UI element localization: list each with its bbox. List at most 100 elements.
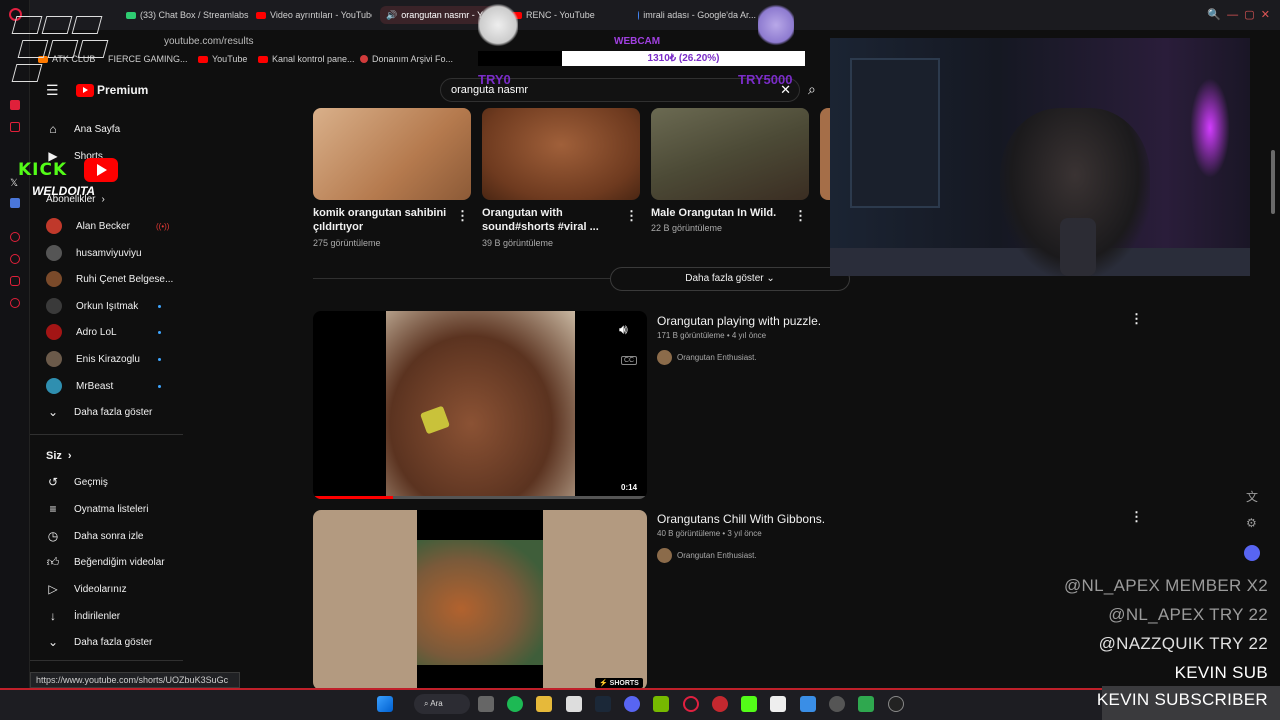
- short-thumbnail[interactable]: [651, 108, 809, 200]
- steam-icon[interactable]: [595, 696, 611, 712]
- sidebar-item-watch-later[interactable]: ◷ Daha sonra izle: [46, 526, 186, 546]
- nvidia-icon[interactable]: [653, 696, 669, 712]
- messenger-icon[interactable]: [10, 100, 20, 110]
- sidebar-item-your-videos[interactable]: ▷ Videolarınız: [46, 579, 186, 599]
- sidebar-sub-husam[interactable]: husamviyuviyu: [46, 243, 186, 263]
- youtube-logo[interactable]: Premium: [76, 83, 148, 97]
- video-thumbnail[interactable]: ⚡ SHORTS: [313, 510, 647, 690]
- webcam-feed: [830, 38, 1250, 276]
- sidebar-label: Enis Kirazoglu: [76, 353, 140, 365]
- bookmark-label: Donanım Arşivi Fo...: [372, 54, 454, 64]
- x-icon[interactable]: 𝕏: [10, 178, 18, 189]
- you-header[interactable]: Siz ›: [46, 446, 186, 466]
- sidebar-you-more[interactable]: ⌄ Daha fazla göster: [46, 632, 186, 652]
- tab-video-details[interactable]: Video ayrıntıları - YouTube: [256, 6, 372, 24]
- tab-google[interactable]: imrali adası - Google'da Ar...: [638, 6, 756, 24]
- channel-link[interactable]: Orangutan Enthusiast.: [657, 350, 757, 365]
- youtube-icon: [258, 55, 268, 63]
- short-title[interactable]: Male Orangutan In Wild.: [651, 206, 791, 220]
- channel-name: Orangutan Enthusiast.: [677, 353, 757, 362]
- sidebar-label: husamviyuviyu: [76, 247, 142, 259]
- opera-icon[interactable]: [683, 696, 699, 712]
- sidebar-item-history[interactable]: ↺ Geçmiş: [46, 472, 186, 492]
- bookmark-donanim[interactable]: Donanım Arşivi Fo...: [360, 54, 453, 64]
- bookmark-youtube[interactable]: YouTube: [198, 54, 247, 64]
- app-icon[interactable]: [858, 696, 874, 712]
- more-options-icon[interactable]: ⋮: [456, 208, 469, 224]
- history-icon[interactable]: [10, 254, 20, 264]
- search-icon[interactable]: ⌕: [808, 81, 816, 98]
- discord-icon[interactable]: [624, 696, 640, 712]
- taskbar: ⌕ Ara KEVIN SUBSCRIBER: [0, 686, 1280, 720]
- tab-renc[interactable]: RENC - YouTube: [512, 6, 622, 24]
- bookmark-icon: [360, 55, 368, 63]
- translate-icon[interactable]: 文: [1246, 488, 1258, 505]
- tab-chatbox[interactable]: (33) Chat Box / Streamlabs: [126, 6, 256, 24]
- key-icon: [71, 16, 103, 34]
- explorer-icon[interactable]: [536, 696, 552, 712]
- taskbar-search[interactable]: ⌕ Ara: [414, 694, 470, 714]
- page-scrollbar[interactable]: [1271, 150, 1275, 214]
- sidebar-item-downloads[interactable]: ↓ İndirilenler: [46, 606, 186, 626]
- kick-logo: KICK: [18, 160, 68, 180]
- more-options-icon[interactable]: ⋮: [1130, 311, 1143, 327]
- short-title[interactable]: Orangutan with sound#shorts #viral ...: [482, 206, 622, 234]
- short-title[interactable]: komik orangutan sahibini çıldırtıyor: [313, 206, 453, 234]
- captions-icon[interactable]: CC: [621, 356, 638, 365]
- sidebar-label: Adro LoL: [76, 326, 117, 338]
- more-options-icon[interactable]: ⋮: [625, 208, 638, 224]
- discord-icon[interactable]: [1244, 545, 1260, 561]
- settings-icon[interactable]: [10, 298, 20, 308]
- sidebar-divider: [30, 434, 183, 435]
- app-icon[interactable]: [10, 122, 20, 132]
- key-icon: [11, 64, 43, 82]
- sidebar-item-playlists[interactable]: ≡ Oynatma listeleri: [46, 499, 186, 519]
- extensions-icon[interactable]: [10, 276, 20, 286]
- bookmark-channel[interactable]: Kanal kontrol pane...: [258, 54, 355, 64]
- chevron-right-icon: ›: [101, 193, 105, 205]
- sidebar-sub-mrbeast[interactable]: MrBeast: [46, 376, 186, 396]
- sidebar-sub-adro[interactable]: Adro LoL: [46, 322, 186, 342]
- window-controls[interactable]: 🔍 — ▢ ✕: [1207, 8, 1270, 21]
- app-icon[interactable]: [888, 696, 904, 712]
- channel-link[interactable]: Orangutan Enthusiast.: [657, 548, 757, 563]
- menu-icon[interactable]: ☰: [46, 82, 59, 99]
- sidebar-item-home[interactable]: ⌂ Ana Sayfa: [46, 119, 186, 139]
- mute-icon[interactable]: 🔊︎: [619, 321, 628, 338]
- app-icon[interactable]: [712, 696, 728, 712]
- short-thumbnail-partial[interactable]: [820, 108, 830, 200]
- kick-icon[interactable]: [741, 696, 757, 712]
- sidebar-item-liked[interactable]: 👍︎ Beğendiğim videolar: [46, 552, 186, 572]
- sidebar-sub-enis[interactable]: Enis Kirazoglu: [46, 349, 186, 369]
- taskview-icon[interactable]: [478, 696, 494, 712]
- section-title: Siz: [46, 450, 62, 462]
- sidebar-sub-ruhi[interactable]: Ruhi Çenet Belgese...: [46, 269, 186, 289]
- sidebar-label: Orkun Işıtmak: [76, 300, 139, 312]
- short-thumbnail[interactable]: [482, 108, 640, 200]
- more-options-icon[interactable]: ⋮: [794, 208, 807, 224]
- sidebar-sub-alan-becker[interactable]: Alan Becker ((•)): [46, 216, 186, 236]
- video-thumbnail[interactable]: 🔊︎ CC 0:14: [313, 311, 647, 499]
- start-icon[interactable]: [377, 696, 393, 712]
- video-title[interactable]: Orangutan playing with puzzle.: [657, 314, 821, 328]
- vk-icon[interactable]: [10, 198, 20, 208]
- show-more-button[interactable]: Daha fazla göster ⌄: [610, 267, 850, 291]
- neon-light: [1190, 78, 1230, 178]
- player-icon[interactable]: [10, 232, 20, 242]
- extension-icon[interactable]: ⚙: [1246, 516, 1257, 530]
- app-icon[interactable]: [770, 696, 786, 712]
- short-thumbnail[interactable]: [313, 108, 471, 200]
- notes-icon[interactable]: [566, 696, 582, 712]
- obs-icon[interactable]: [829, 696, 845, 712]
- short-views: 39 B görüntüleme: [482, 238, 554, 248]
- video-progress-track[interactable]: [313, 496, 647, 499]
- status-url-text: https://www.youtube.com/shorts/UOZbuK3Su…: [36, 675, 229, 685]
- photos-icon[interactable]: [800, 696, 816, 712]
- more-options-icon[interactable]: ⋮: [1130, 509, 1143, 525]
- status-url: https://www.youtube.com/shorts/UOZbuK3Su…: [30, 672, 240, 688]
- sidebar-subs-more[interactable]: ⌄ Daha fazla göster: [46, 402, 186, 422]
- spotify-icon[interactable]: [507, 696, 523, 712]
- video-title[interactable]: Orangutans Chill With Gibbons.: [657, 512, 825, 526]
- chevron-right-icon: ›: [67, 450, 72, 462]
- sidebar-sub-orkun[interactable]: Orkun Işıtmak: [46, 296, 186, 316]
